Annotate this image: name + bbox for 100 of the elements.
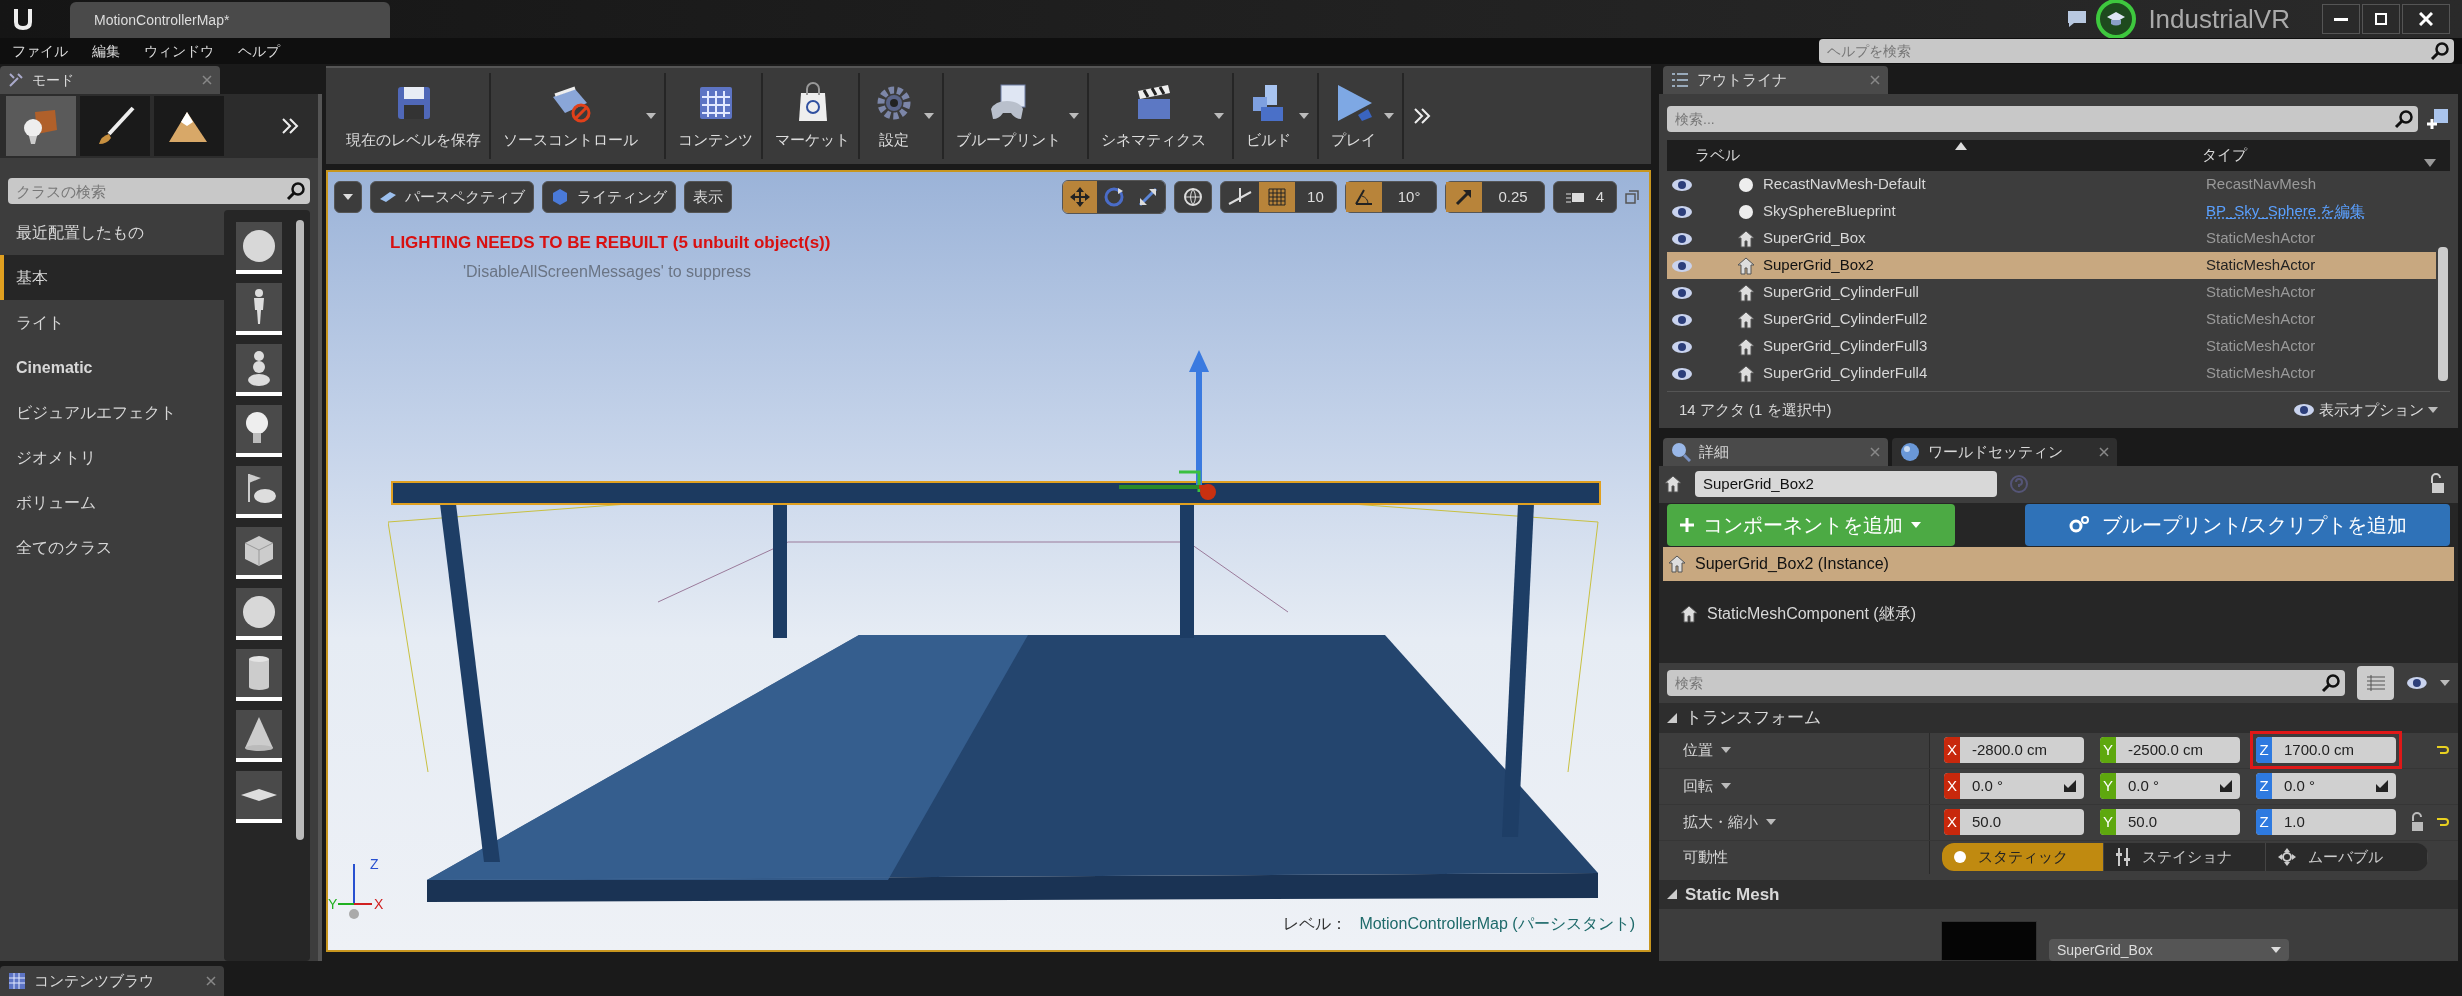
menu-item[interactable]: ウィンドウ — [132, 40, 226, 62]
asset-thumbnail[interactable] — [236, 466, 282, 518]
component-row[interactable]: StaticMeshComponent (継承) — [1663, 597, 2454, 631]
rotation-snap-toggle[interactable] — [1345, 182, 1382, 212]
category-item[interactable]: Cinematic — [0, 345, 224, 390]
modes-tab[interactable]: モード — [0, 66, 220, 94]
details-tab[interactable]: ワールドセッティン — [1892, 438, 2117, 466]
menu-item[interactable]: ヘルプ — [226, 40, 292, 62]
vector-field[interactable]: X 0.0 ° — [1944, 773, 2084, 800]
tutorial-button[interactable] — [2096, 0, 2137, 39]
category-item[interactable]: ボリューム — [0, 480, 224, 525]
eye-icon[interactable] — [1671, 366, 1693, 381]
asset-thumbnail[interactable] — [236, 405, 282, 457]
asset-thumbnail[interactable] — [236, 283, 282, 335]
category-item[interactable]: ビジュアルエフェクト — [0, 390, 224, 435]
category-item[interactable]: ライト — [0, 300, 224, 345]
outliner-row[interactable]: SkySphereBlueprint BP_Sky_Sphere を編集 — [1667, 198, 2436, 226]
class-search-field[interactable]: クラスの検索 — [8, 178, 310, 204]
vector-field[interactable]: Y -2500.0 cm — [2100, 737, 2240, 764]
asset-thumbnail[interactable] — [236, 222, 282, 274]
asset-thumbnail[interactable] — [236, 588, 282, 640]
vector-field[interactable]: Z 1700.0 cm — [2256, 737, 2396, 764]
vector-field[interactable]: Y 50.0 — [2100, 809, 2240, 836]
asset-thumbnail[interactable] — [236, 649, 282, 701]
actor-name-field[interactable]: SuperGrid_Box2 — [1695, 471, 1997, 498]
close-button[interactable] — [2402, 4, 2450, 34]
mobility-option[interactable]: ステイショナ — [2104, 843, 2266, 872]
transform-tool-button[interactable] — [1063, 181, 1098, 213]
mode-tab[interactable] — [6, 96, 76, 156]
scale-snap-toggle[interactable] — [1446, 182, 1483, 212]
toolbar-button[interactable]: コンテンツ — [666, 80, 761, 152]
toolbar-button[interactable]: ブループリント — [944, 80, 1087, 152]
menu-item[interactable]: 編集 — [80, 40, 132, 62]
world-space-button[interactable] — [1174, 181, 1213, 213]
asset-thumbnail[interactable] — [236, 771, 282, 823]
add-script-button[interactable]: ブループリント/スクリプトを追加 — [2025, 503, 2450, 546]
chevron-double-right-icon[interactable] — [280, 116, 300, 136]
column-header[interactable]: タイプ — [2190, 144, 2450, 167]
outliner-row[interactable]: SuperGrid_Box StaticMeshActor — [1667, 225, 2436, 253]
help-search-field[interactable]: ヘルプを検索 — [1819, 39, 2454, 63]
property-matrix-button[interactable] — [2356, 666, 2395, 701]
vector-field[interactable]: Z 1.0 — [2256, 809, 2396, 836]
outliner-row[interactable]: SuperGrid_CylinderFull StaticMeshActor — [1667, 279, 2436, 307]
asset-thumbnail[interactable] — [236, 344, 282, 396]
mode-tab[interactable] — [80, 96, 150, 156]
expanded-triangle-icon[interactable] — [1667, 889, 1677, 900]
details-search-field[interactable]: 検索 — [1667, 670, 2345, 697]
unlock-icon[interactable] — [2410, 812, 2424, 833]
close-icon[interactable] — [202, 75, 212, 85]
mode-tab[interactable] — [154, 96, 224, 156]
category-item[interactable]: 全てのクラス — [0, 525, 224, 570]
vector-field[interactable]: Y 0.0 ° — [2100, 773, 2240, 800]
outliner-tab[interactable]: アウトライナ — [1663, 66, 1888, 94]
chevron-double-right-icon[interactable] — [1412, 106, 1432, 126]
mobility-option[interactable]: ムーバブル — [2266, 843, 2428, 872]
show-button[interactable]: 表示 — [684, 181, 732, 213]
grid-snap-value[interactable]: 10 — [1295, 185, 1336, 209]
mobility-option[interactable]: スタティック — [1942, 843, 2104, 872]
outliner-search-field[interactable]: 検索... — [1667, 106, 2418, 132]
caret-icon[interactable] — [2424, 159, 2436, 168]
toolbar-button[interactable]: マーケット — [763, 80, 858, 152]
column-header[interactable]: ラベル — [1667, 144, 2190, 167]
outliner-row[interactable]: SuperGrid_CylinderFull4 StaticMeshActor — [1667, 360, 2436, 388]
toolbar-button[interactable]: 現在のレベルを保存 — [334, 80, 489, 152]
eye-icon[interactable] — [1671, 177, 1693, 192]
close-icon[interactable] — [206, 976, 216, 986]
toolbar-button[interactable]: ビルド — [1234, 80, 1317, 152]
category-item[interactable]: 基本 — [0, 255, 224, 300]
category-item[interactable]: ジオメトリ — [0, 435, 224, 480]
vector-field[interactable]: X -2800.0 cm — [1944, 737, 2084, 764]
viewport[interactable]: パースペクティブ ライティング 表示 10 10° 0.25 4 LIGHTING NEEDS TO BE REBUILT (5 unbuilt object(s)) 'DisableAllScreenMessages' to suppress Z Y X レベル： MotionControllerMap (パーシスタント) — [326, 170, 1651, 952]
camera-speed-button[interactable]: 4 — [1552, 181, 1617, 213]
content-browser-tab[interactable]: コンテンツブラウ — [0, 966, 224, 996]
outliner-row[interactable]: SuperGrid_CylinderFull3 StaticMeshActor — [1667, 333, 2436, 361]
grid-snap-toggle[interactable] — [1259, 182, 1296, 212]
expanded-triangle-icon[interactable] — [1667, 713, 1677, 724]
eye-icon[interactable] — [1671, 339, 1693, 354]
eye-icon[interactable] — [1671, 204, 1693, 219]
close-icon[interactable] — [2099, 447, 2109, 457]
outliner-row[interactable]: SuperGrid_Box2 StaticMeshActor — [1667, 252, 2436, 280]
restore-icon[interactable] — [1625, 190, 1639, 204]
document-tab[interactable]: MotionControllerMap* — [70, 2, 390, 38]
toolbar-button[interactable]: ソースコントロール — [491, 80, 664, 152]
outliner-row[interactable]: RecastNavMesh-Default RecastNavMesh — [1667, 171, 2436, 199]
transform-tool-button[interactable] — [1131, 181, 1166, 213]
vector-field[interactable]: Z 0.0 ° — [2256, 773, 2396, 800]
minimize-button[interactable] — [2322, 4, 2360, 34]
scrollbar[interactable] — [2438, 247, 2448, 382]
eye-icon[interactable] — [1671, 312, 1693, 327]
perspective-button[interactable]: パースペクティブ — [370, 181, 534, 213]
eye-icon[interactable] — [2406, 676, 2429, 691]
maximize-button[interactable] — [2362, 4, 2400, 34]
toolbar-button[interactable]: プレイ — [1319, 80, 1402, 152]
details-tab[interactable]: 詳細 — [1663, 438, 1888, 466]
close-icon[interactable] — [1870, 75, 1880, 85]
toolbar-button[interactable]: 設定 — [860, 80, 942, 152]
eye-icon[interactable] — [1671, 231, 1693, 246]
eye-icon[interactable] — [2293, 403, 2315, 418]
asset-thumbnail[interactable] — [236, 710, 282, 762]
unlock-icon[interactable] — [2428, 473, 2446, 496]
